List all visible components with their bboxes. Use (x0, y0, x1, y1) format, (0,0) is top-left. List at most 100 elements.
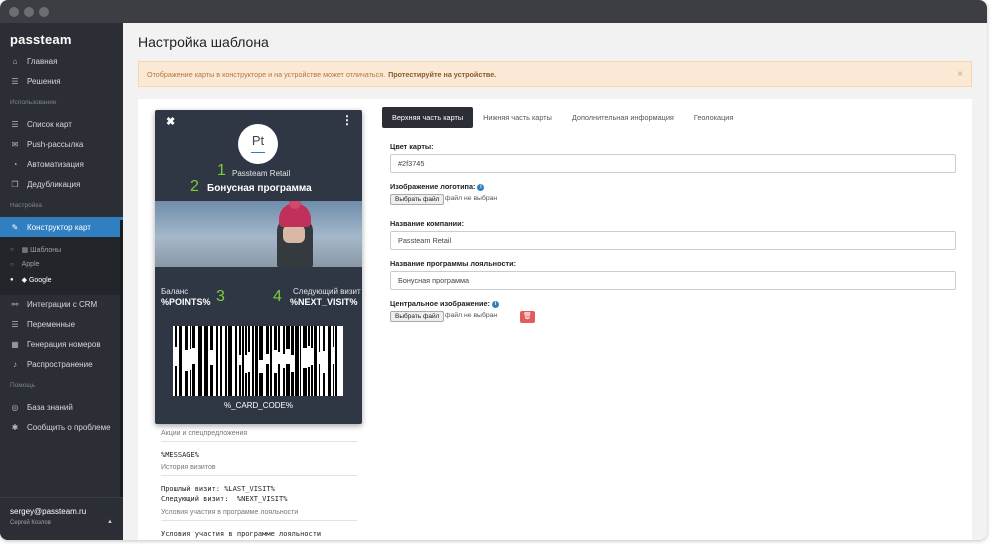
sitemap-icon: ⚯ (11, 299, 19, 309)
card-strip-image (155, 201, 362, 267)
alert-text: Отображение карты в конструкторе и на ус… (147, 69, 386, 79)
nav-card-builder[interactable]: ✎ Конструктор карт (0, 217, 123, 237)
nav-distribution[interactable]: ♪ Распространение (0, 354, 123, 374)
user-name: Сергей Козлов (10, 520, 51, 526)
subnav-label: ▦ Шаблоны (21, 247, 62, 254)
window-maximize-dot[interactable] (39, 7, 49, 17)
nav-solutions[interactable]: ☰ Решения (0, 71, 123, 91)
tab-additional-info[interactable]: Дополнительная информация (562, 107, 684, 128)
nav-label: Сообщить о проблеме (27, 422, 111, 432)
close-icon[interactable]: × (957, 69, 963, 80)
close-icon[interactable]: ✖ (166, 115, 175, 128)
subnav-templates[interactable]: ○ ▦ Шаблоны (10, 246, 61, 254)
nav-label: Решения (27, 76, 61, 86)
section-usage: Использование (10, 99, 57, 106)
nav-label: Список карт (27, 119, 72, 129)
list-icon: ☰ (11, 119, 19, 129)
back-history: История визитов Прошлый визит: %LAST_VIS… (161, 464, 357, 504)
nav-dedup[interactable]: ❐ Дедубликация (0, 174, 123, 194)
back-section-title: Условия участия в программе лояльности (161, 509, 357, 521)
more-vertical-icon[interactable]: ⋮ (341, 113, 353, 127)
logo-image-label: Изображение логотипа: i (390, 182, 485, 191)
subnav-google[interactable]: ● ◆ Google (10, 276, 52, 284)
tab-geolocation[interactable]: Геолокация (684, 107, 743, 128)
card-builder-submenu: ○ ▦ Шаблоны ○ Apple ● ◆ Google (0, 237, 123, 295)
card-program-name: Бонусная программа (207, 183, 312, 194)
company-name-label: Название компании: (390, 219, 465, 228)
nav-card-list[interactable]: ☰ Список карт (0, 114, 123, 134)
info-icon[interactable]: i (477, 183, 485, 191)
annotation-number: 3 (216, 288, 225, 305)
center-image-file-button[interactable]: Выбрать файл (390, 311, 445, 322)
balance-value: %POINTS% (161, 297, 211, 307)
user-email: sergey@passteam.ru (10, 507, 87, 516)
lifebuoy-icon: ◎ (11, 402, 19, 412)
nav-label: Push-рассылка (27, 139, 84, 149)
nav-label: Конструктор карт (27, 222, 91, 232)
nav-report-problem[interactable]: ✱ Сообщить о проблеме (0, 417, 123, 437)
annotation-number: 2 (190, 178, 199, 195)
card-logo: Pt (238, 124, 278, 164)
nav-label: Дедубликация (27, 179, 81, 189)
brush-icon: ✎ (11, 222, 19, 232)
subnav-label: Apple (21, 261, 40, 268)
caret-up-icon[interactable]: ▲ (107, 519, 113, 525)
nav-knowledge-base[interactable]: ◎ База знаний (0, 397, 123, 417)
nav-push[interactable]: ✉ Push-рассылка (0, 134, 123, 154)
back-section-body: %MESSAGE% (161, 451, 199, 459)
trash-icon[interactable]: 🗑 (520, 311, 535, 323)
next-visit-value: %NEXT_VISIT% (290, 297, 358, 307)
window-close-dot[interactable] (9, 7, 19, 17)
passteam-logo[interactable]: passteam (10, 32, 72, 47)
card-logo-text: Pt (251, 133, 265, 148)
editor-tabs: Верхняя часть карты Нижняя часть карты Д… (382, 107, 743, 128)
barcode (173, 326, 343, 396)
nav-automation[interactable]: ◔ Автоматизация (0, 154, 123, 174)
center-image-label: Центральное изображение: i (390, 299, 499, 308)
grid-icon: ▦ (11, 339, 19, 349)
company-name-input[interactable]: Passteam Retail (390, 231, 956, 250)
barcode-graphic (175, 326, 337, 396)
next-visit-label: Следующий визит (293, 287, 361, 296)
home-icon: ⌂ (12, 56, 18, 66)
program-name-input[interactable]: Бонусная программа (390, 271, 956, 290)
logo-file-button[interactable]: Выбрать файл (390, 194, 445, 205)
info-icon[interactable]: i (491, 300, 499, 308)
tab-bottom-part[interactable]: Нижняя часть карты (473, 107, 562, 128)
center-image-label-text: Центральное изображение: (390, 299, 490, 308)
subnav-apple[interactable]: ○ Apple (10, 261, 40, 268)
nav-label: Переменные (27, 319, 76, 329)
card-color-input[interactable]: #2f3745 (390, 154, 956, 173)
card-company-name: Passteam Retail (232, 169, 291, 178)
section-settings: Настройка (10, 202, 42, 209)
nav-number-gen[interactable]: ▦ Генерация номеров (0, 334, 123, 354)
bell-icon: ♪ (13, 359, 17, 369)
program-name-label: Название программы лояльности: (390, 259, 516, 268)
nav-variables[interactable]: ☰ Переменные (0, 314, 123, 334)
card-logo-underline (251, 152, 265, 153)
back-section-title: История визитов (161, 464, 357, 476)
tab-top-part[interactable]: Верхняя часть карты (382, 107, 474, 128)
app-window: passteam ⌂ Главная ☰ Решения Использование… (0, 0, 987, 540)
list-icon: ☰ (11, 319, 19, 329)
strip-face-shape (283, 225, 305, 243)
subnav-label: ◆ Google (21, 277, 52, 284)
logo-file-status: файл не выбран (445, 195, 498, 202)
nav-crm[interactable]: ⚯ Интеграции с CRM (0, 294, 123, 314)
balance-label: Баланс (161, 287, 189, 296)
nav-home[interactable]: ⌂ Главная (0, 51, 123, 71)
back-section-body: Условия участия в программе лояльности (161, 530, 322, 538)
back-offers: Акции и спецпредложения %MESSAGE% (161, 430, 357, 460)
nav-label: Автоматизация (27, 159, 84, 169)
logo-image-label-text: Изображение логотипа: (390, 182, 476, 191)
gauge-icon: ◔ (12, 159, 18, 169)
window-titlebar (0, 0, 987, 23)
alert-bold-text: Протестируйте на устройстве. (388, 69, 497, 79)
circle-icon: ○ (10, 247, 14, 253)
window-minimize-dot[interactable] (24, 7, 34, 17)
card-preview: ✖ ⋮ Pt 1 Passteam Retail 2 Бонусная прог… (155, 110, 362, 424)
back-section-body: Прошлый визит: %LAST_VISIT% Следующий ви… (161, 485, 288, 503)
card-code: %_CARD_CODE% (224, 401, 293, 410)
user-menu[interactable]: sergey@passteam.ru Сергей Козлов ▲ (0, 497, 123, 540)
megaphone-icon: ✉ (11, 139, 19, 149)
